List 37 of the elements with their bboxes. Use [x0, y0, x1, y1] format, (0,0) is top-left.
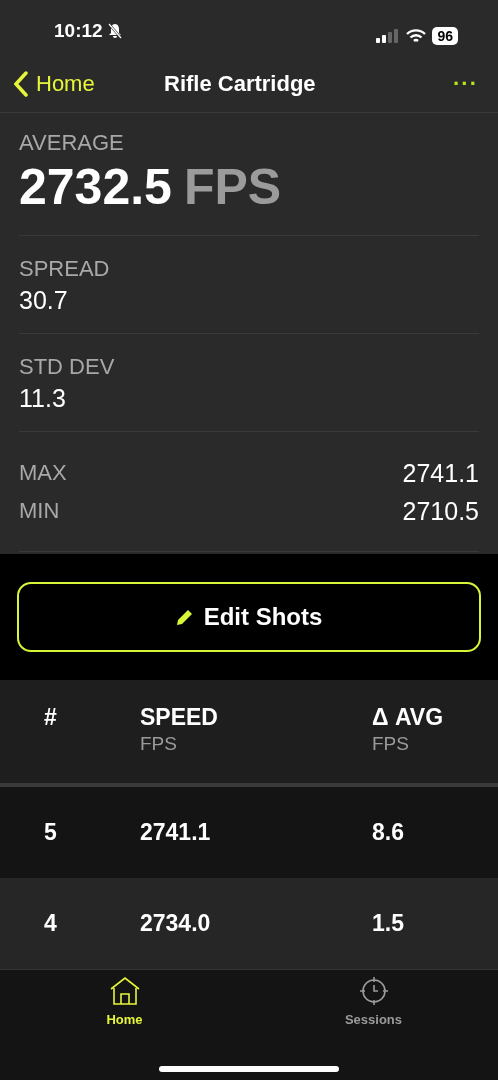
column-header: Δ AVG — [372, 703, 445, 732]
crosshair-icon — [358, 976, 389, 1006]
table-cell: 2734.0 — [140, 910, 211, 937]
column-unit: FPS — [140, 732, 178, 756]
stat-label: MIN — [19, 496, 60, 525]
column-header: SPEED — [140, 703, 219, 732]
table-cell: 8.6 — [372, 819, 404, 846]
edit-shots-button[interactable]: Edit Shots — [17, 582, 481, 652]
wifi-icon — [406, 28, 427, 44]
stat-label: MAX — [19, 458, 67, 487]
back-button[interactable]: Home — [14, 67, 95, 100]
column-header: # — [44, 703, 58, 732]
tab-bar-item[interactable]: Sessions — [249, 976, 498, 1030]
battery-indicator: 96 — [432, 27, 458, 45]
nav-title: Rifle Cartridge — [164, 70, 316, 98]
average-unit: FPS — [183, 158, 282, 217]
muted-bell-icon — [106, 22, 123, 39]
average-value: 2732.5 — [19, 158, 172, 217]
house-icon — [108, 976, 141, 1006]
table-cell: 1.5 — [372, 910, 404, 937]
stat-value: 11.3 — [19, 382, 67, 414]
table-cell: 5 — [44, 819, 57, 846]
tab-bar-item[interactable]: Home — [0, 976, 249, 1030]
stat-label: SPREAD — [19, 254, 111, 283]
stat-label: STD DEV — [19, 352, 116, 381]
pencil-icon — [175, 608, 194, 626]
stat-value: 2710.5 — [402, 495, 479, 527]
table-cell: 2741.1 — [140, 819, 211, 846]
column-unit: FPS — [372, 732, 410, 756]
stat-value: 30.7 — [19, 284, 69, 316]
stat-label: AVERAGE — [19, 129, 125, 157]
more-button[interactable]: ··· — [453, 67, 478, 100]
stat-value: 2741.1 — [402, 457, 479, 489]
signal-icon — [376, 29, 401, 43]
status-time: 10:12 — [54, 18, 103, 43]
chevron-left-icon — [14, 70, 28, 97]
table-cell: 4 — [44, 910, 57, 937]
